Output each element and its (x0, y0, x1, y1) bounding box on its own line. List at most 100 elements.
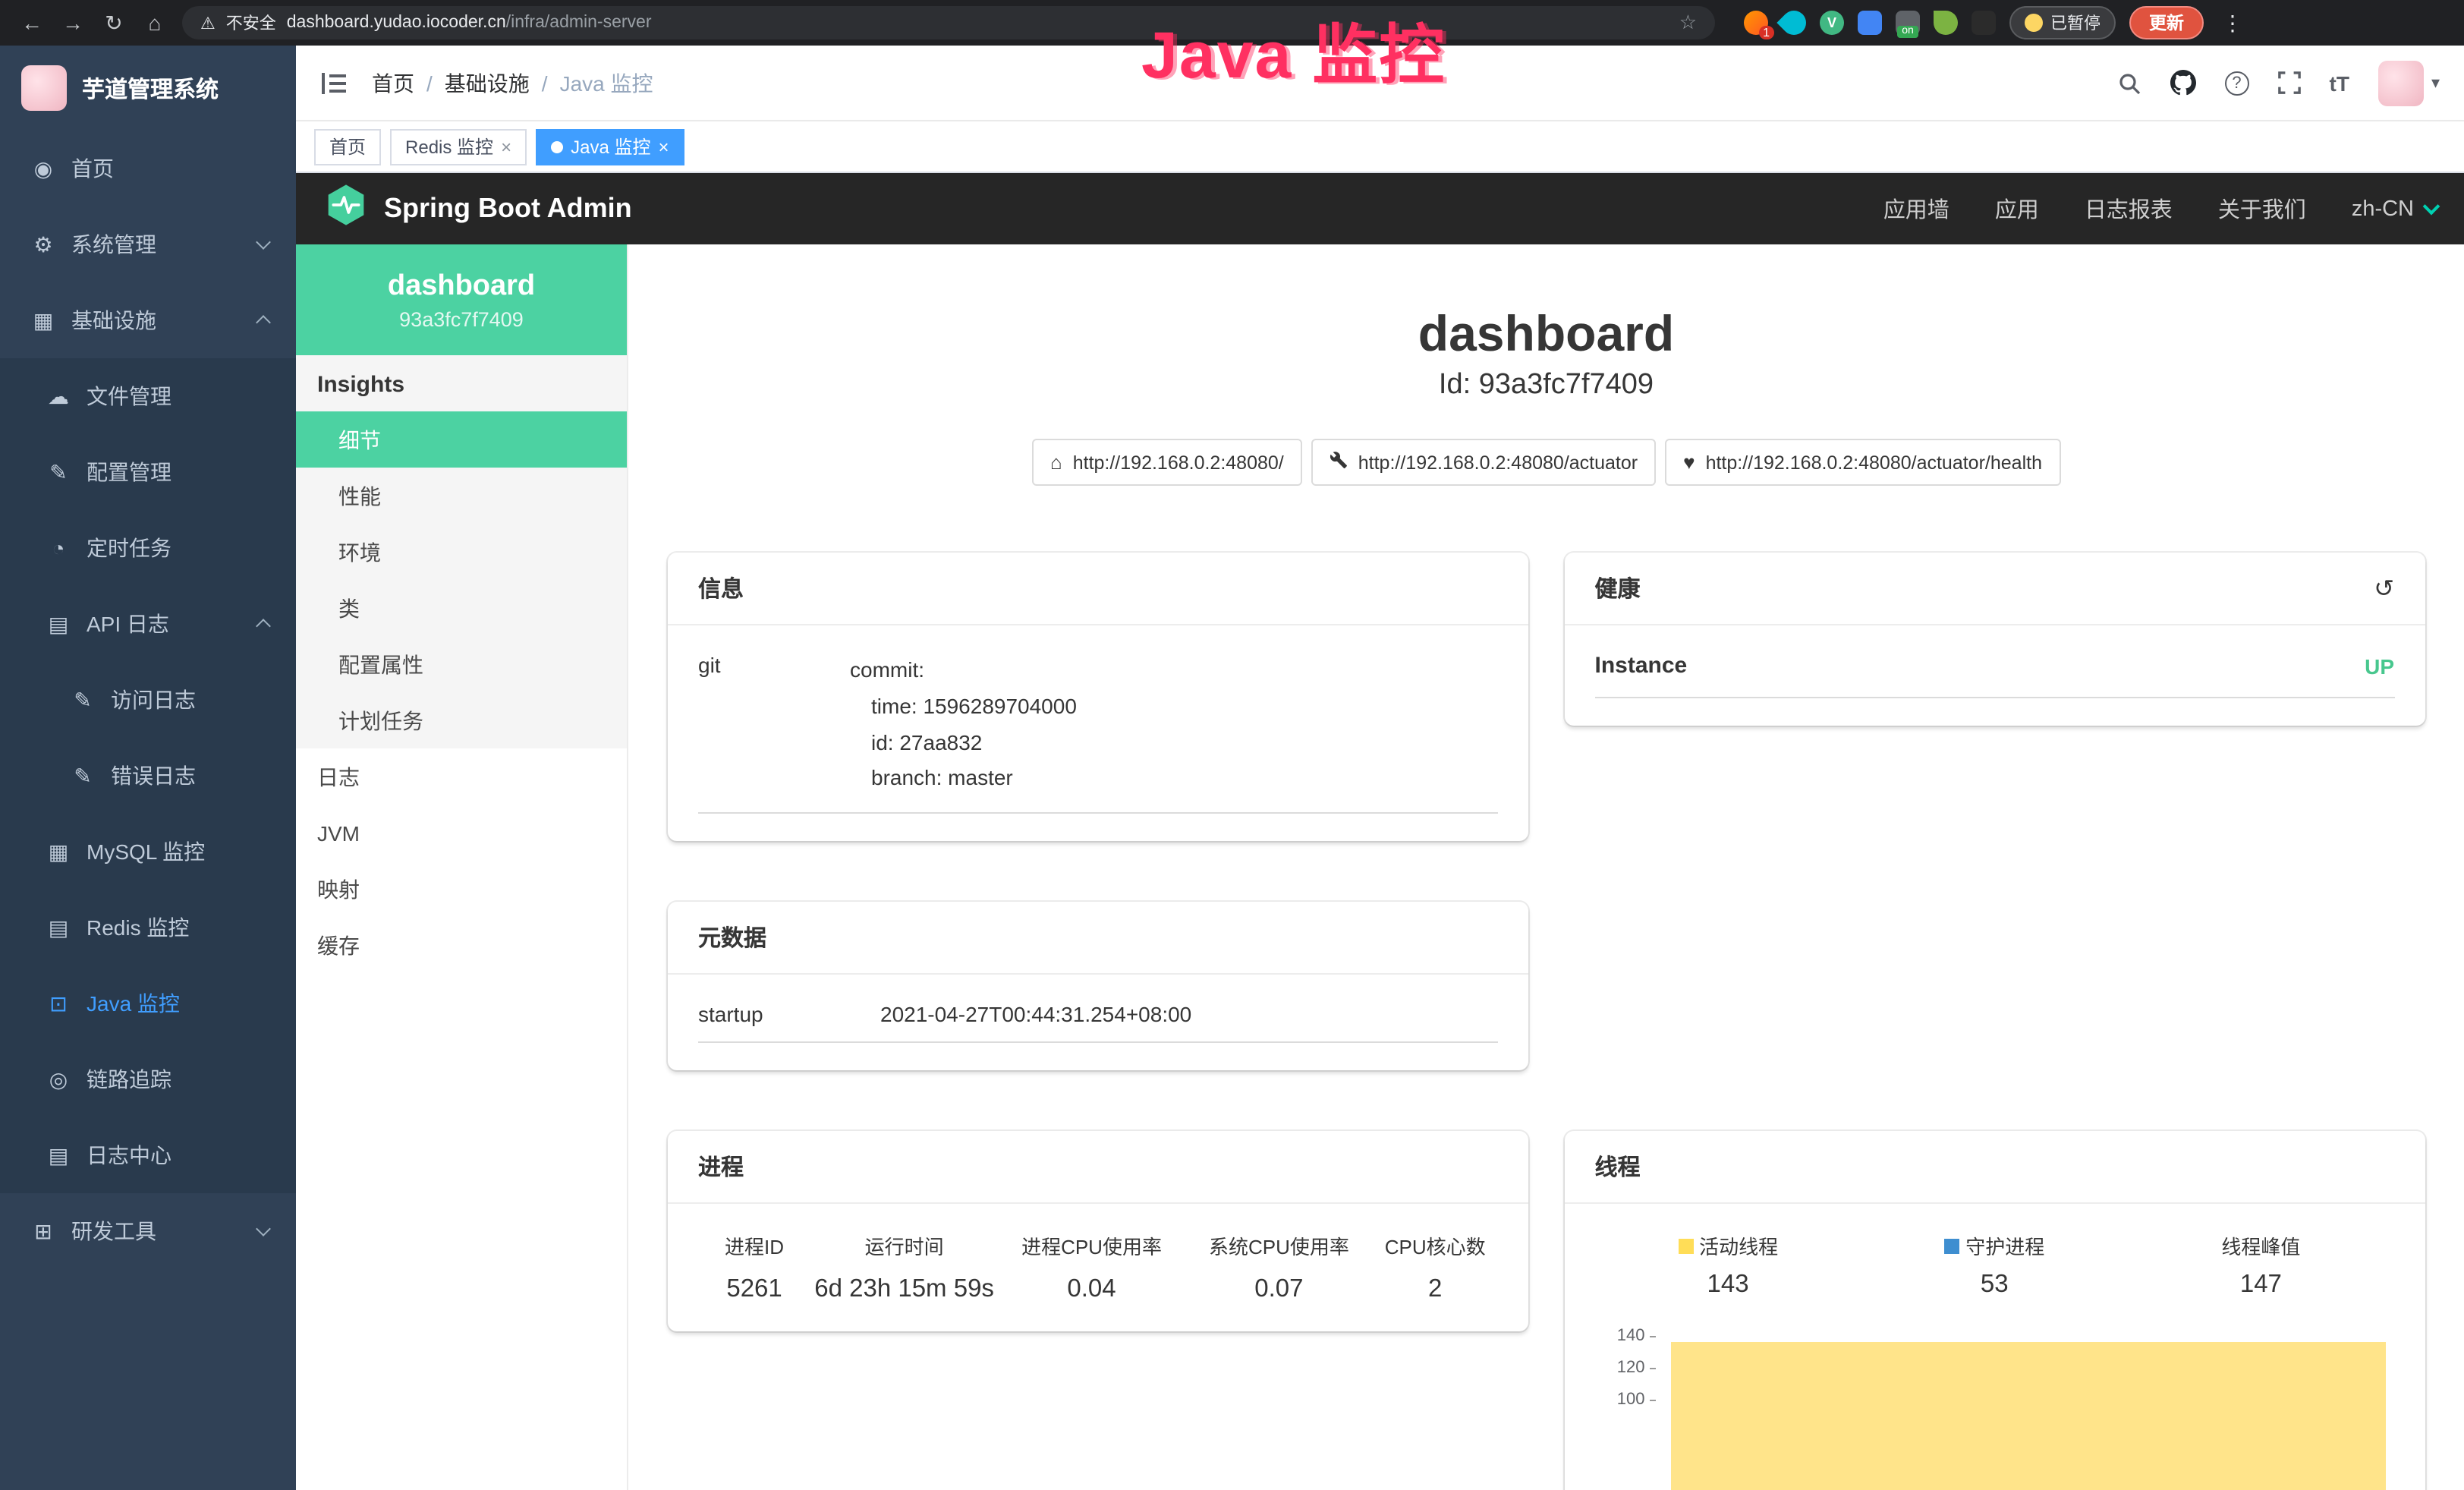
paused-badge[interactable]: 已暂停 (2009, 6, 2116, 39)
forward-button[interactable]: → (59, 11, 87, 35)
sba-item-classes[interactable]: 类 (296, 580, 627, 636)
fullscreen-icon[interactable] (2278, 71, 2301, 94)
active-tab-dot (551, 140, 563, 153)
info-card: 信息 git commit: time: 1596289704000 id: 2… (668, 553, 1528, 841)
sba-brand[interactable]: Spring Boot Admin (384, 193, 632, 225)
user-menu[interactable]: ▾ (2378, 60, 2440, 106)
sba-nav-applications[interactable]: 应用 (1995, 193, 2039, 225)
tab-label: Redis 监控 (405, 134, 493, 159)
info-card-header: 信息 (668, 553, 1528, 625)
sidebar-item-access-logs[interactable]: ✎ 访问日志 (0, 662, 296, 738)
info-row-value: commit: time: 1596289704000 id: 27aa832 … (850, 653, 1077, 797)
target-icon: ◎ (46, 1066, 71, 1092)
url-host: dashboard.yudao.iocoder.cn (287, 14, 506, 32)
sidebar-item-infrastructure[interactable]: ▦ 基础设施 (0, 282, 296, 358)
sidebar-item-redis-monitor[interactable]: ▤ Redis 监控 (0, 890, 296, 966)
home-button[interactable]: ⌂ (141, 11, 168, 35)
metadata-row-value: 2021-04-27T00:44:31.254+08:00 (880, 1002, 1191, 1026)
sidebar-item-label: API 日志 (87, 609, 169, 639)
metadata-row-label: startup (698, 1002, 880, 1026)
bookmark-star-icon[interactable]: ☆ (1679, 11, 1697, 35)
grid-extension-icon[interactable] (1858, 11, 1882, 35)
sidebar-item-trace[interactable]: ◎ 链路追踪 (0, 1041, 296, 1117)
font-size-icon[interactable]: tT (2330, 71, 2349, 95)
dark-extension-icon[interactable] (1972, 11, 1996, 35)
sidebar-item-system-management[interactable]: ⚙ 系统管理 (0, 206, 296, 282)
legend-yellow-square (1678, 1238, 1693, 1253)
sba-item-environment[interactable]: 环境 (296, 524, 627, 580)
sba-item-scheduled-tasks[interactable]: 计划任务 (296, 692, 627, 748)
sidebar-item-error-logs[interactable]: ✎ 错误日志 (0, 738, 296, 814)
update-button[interactable]: 更新 (2129, 6, 2204, 39)
reload-button[interactable]: ↻ (100, 10, 127, 36)
info-card-body: git commit: time: 1596289704000 id: 27aa… (668, 625, 1528, 841)
status-badge: UP (2365, 654, 2394, 678)
sidebar-item-config-management[interactable]: ✎ 配置管理 (0, 434, 296, 510)
tab-label: Java 监控 (571, 134, 650, 159)
app-logo-row[interactable]: 芋道管理系统 (0, 46, 296, 131)
sba-nav-journal[interactable]: 日志报表 (2085, 193, 2173, 225)
sba-nav-about[interactable]: 关于我们 (2218, 193, 2306, 225)
legend-blue-square (1944, 1238, 1959, 1253)
tab-java-monitor[interactable]: Java 监控 × (536, 128, 684, 165)
sba-item-jvm[interactable]: JVM (296, 805, 627, 861)
github-icon[interactable] (2170, 70, 2196, 96)
breadcrumb-infrastructure[interactable]: 基础设施 (445, 68, 530, 98)
health-instance-label: Instance (1595, 653, 1688, 679)
instance-header[interactable]: dashboard 93a3fc7f7409 (296, 244, 627, 355)
sidebar-item-home[interactable]: ◉ 首页 (0, 131, 296, 206)
live-threads-area-series (1671, 1342, 2386, 1490)
breadcrumb-home[interactable]: 首页 (372, 68, 414, 98)
process-header-process-cpu: 进程CPU使用率 (998, 1231, 1185, 1260)
sidebar-item-dev-tools[interactable]: ⊞ 研发工具 (0, 1193, 296, 1269)
sidebar-item-api-logs[interactable]: ▤ API 日志 (0, 586, 296, 662)
sidebar-item-file-management[interactable]: ☁ 文件管理 (0, 358, 296, 434)
sidebar-item-scheduled-tasks[interactable]: ◔ 定时任务 (0, 510, 296, 586)
screenshot-stage: Java 监控 ← → ↻ ⌂ ⚠ 不安全 dashboard.yudao.io… (0, 0, 2464, 1490)
fox-extension-icon[interactable]: 1 (1744, 11, 1768, 35)
browser-menu-icon[interactable]: ⋮ (2217, 10, 2248, 36)
sidebar-item-mysql-monitor[interactable]: ▦ MySQL 监控 (0, 814, 296, 890)
locale-select[interactable]: zh-CN (2352, 197, 2437, 221)
chart-plot-area (1671, 1333, 2386, 1490)
tags-view-bar: 首页 Redis 监控 × Java 监控 × (296, 121, 2464, 173)
address-bar[interactable]: ⚠ 不安全 dashboard.yudao.iocoder.cn/infra/a… (182, 6, 1715, 39)
sba-item-config-props[interactable]: 配置属性 (296, 636, 627, 692)
url-text[interactable]: dashboard.yudao.iocoder.cn/infra/admin-s… (287, 14, 652, 32)
tab-redis-monitor[interactable]: Redis 监控 × (390, 128, 527, 165)
tab-home[interactable]: 首页 (314, 128, 381, 165)
actuator-url-link[interactable]: http://192.168.0.2:48080/actuator (1311, 439, 1656, 486)
search-icon[interactable] (2117, 71, 2141, 95)
close-icon[interactable]: × (658, 136, 669, 157)
smiley-icon (2025, 14, 2043, 32)
sba-item-performance[interactable]: 性能 (296, 468, 627, 524)
stat-label-text: 线程峰值 (2221, 1231, 2300, 1260)
help-icon[interactable]: ? (2225, 71, 2249, 95)
page-title: dashboard (628, 305, 2464, 363)
sba-item-details[interactable]: 细节 (296, 411, 627, 468)
switch-extension-icon[interactable]: on (1896, 11, 1920, 35)
service-url-link[interactable]: ⌂ http://192.168.0.2:48080/ (1032, 439, 1302, 486)
sidebar-item-label: Java 监控 (87, 988, 180, 1019)
collapse-sidebar-icon[interactable] (320, 71, 348, 95)
health-url-link[interactable]: ♥ http://192.168.0.2:48080/actuator/heal… (1665, 439, 2060, 486)
security-label[interactable]: 不安全 (226, 11, 276, 35)
dashboard-icon: ◉ (30, 156, 56, 181)
drop-extension-icon[interactable] (1776, 5, 1811, 39)
breadcrumb-separator: / (426, 71, 433, 95)
link-label: http://192.168.0.2:48080/ (1073, 452, 1284, 473)
sba-item-mappings[interactable]: 映射 (296, 861, 627, 917)
vue-devtools-icon[interactable]: V (1820, 11, 1844, 35)
cloud-icon: ☁ (46, 383, 71, 409)
sba-item-caches[interactable]: 缓存 (296, 917, 627, 973)
sidebar-item-java-monitor[interactable]: ⊡ Java 监控 (0, 966, 296, 1041)
health-instance-row[interactable]: Instance UP (1595, 653, 2395, 698)
sba-nav-wallboard[interactable]: 应用墙 (1883, 193, 1949, 225)
back-button[interactable]: ← (18, 11, 46, 35)
sidebar-item-log-center[interactable]: ▤ 日志中心 (0, 1117, 296, 1193)
warning-icon: ⚠ (200, 13, 216, 33)
leaf-extension-icon[interactable] (1934, 11, 1958, 35)
sba-item-logs[interactable]: 日志 (296, 748, 627, 805)
history-icon[interactable]: ↺ (2374, 573, 2394, 603)
close-icon[interactable]: × (501, 136, 511, 157)
